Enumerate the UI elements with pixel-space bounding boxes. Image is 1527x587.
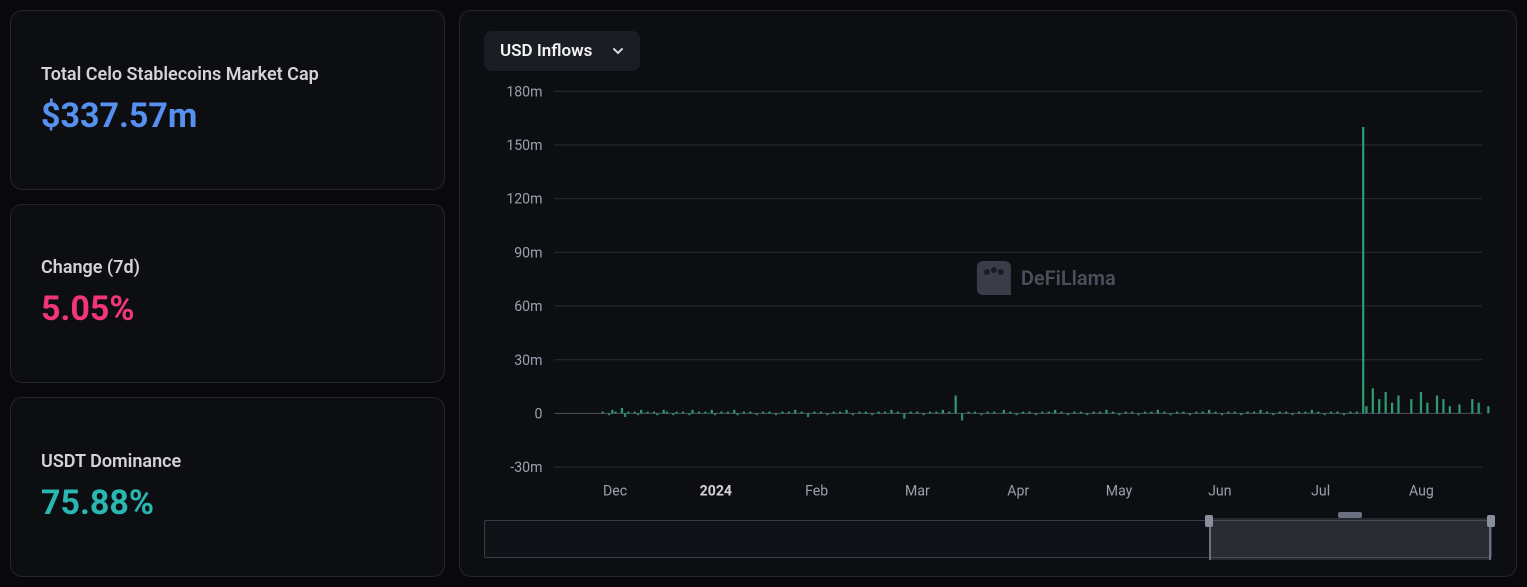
svg-text:Dec: Dec xyxy=(603,484,627,500)
svg-text:Aug: Aug xyxy=(1409,484,1434,500)
brush-grip-icon xyxy=(1338,512,1362,518)
card-change7d-label: Change (7d) xyxy=(41,257,414,278)
time-brush[interactable] xyxy=(484,520,1492,558)
plot-area[interactable]: DeFiLlama -30m030m60m90m120m150m180mDec2… xyxy=(484,81,1492,510)
svg-text:90m: 90m xyxy=(514,245,542,261)
svg-text:Mar: Mar xyxy=(905,484,930,500)
svg-text:Apr: Apr xyxy=(1007,484,1029,500)
metric-dropdown[interactable]: USD Inflows xyxy=(484,31,640,71)
svg-text:2024: 2024 xyxy=(700,484,732,500)
brush-handle-right[interactable] xyxy=(1487,515,1495,527)
svg-text:180m: 180m xyxy=(506,84,542,100)
svg-text:30m: 30m xyxy=(514,353,542,369)
card-dominance: USDT Dominance 75.88% xyxy=(10,397,445,577)
svg-text:Jun: Jun xyxy=(1208,484,1231,500)
chevron-down-icon xyxy=(612,45,624,57)
svg-text:Feb: Feb xyxy=(805,484,828,500)
chart-panel: USD Inflows DeFiLlama -30m030m60m90m120m… xyxy=(459,10,1517,577)
card-marketcap-value: $337.57m xyxy=(41,97,414,136)
svg-text:150m: 150m xyxy=(506,138,542,154)
svg-text:-30m: -30m xyxy=(510,460,542,476)
card-dominance-label: USDT Dominance xyxy=(41,451,414,472)
svg-text:May: May xyxy=(1106,484,1133,500)
card-dominance-value: 75.88% xyxy=(41,484,414,523)
card-change7d: Change (7d) 5.05% xyxy=(10,204,445,384)
card-marketcap-label: Total Celo Stablecoins Market Cap xyxy=(41,64,414,85)
stats-sidebar: Total Celo Stablecoins Market Cap $337.5… xyxy=(10,10,445,577)
svg-text:120m: 120m xyxy=(506,192,542,208)
brush-window[interactable] xyxy=(1209,518,1491,560)
svg-text:0: 0 xyxy=(535,406,543,422)
card-change7d-value: 5.05% xyxy=(41,290,414,329)
svg-text:Jul: Jul xyxy=(1311,484,1330,500)
svg-text:60m: 60m xyxy=(514,299,542,315)
card-marketcap: Total Celo Stablecoins Market Cap $337.5… xyxy=(10,10,445,190)
brush-handle-left[interactable] xyxy=(1205,515,1213,527)
inflows-chart: -30m 0 30m 60m 90m 120m 150m 180m Dec 2024 Feb Mar A… xyxy=(484,81,1492,510)
metric-dropdown-label: USD Inflows xyxy=(500,41,592,61)
